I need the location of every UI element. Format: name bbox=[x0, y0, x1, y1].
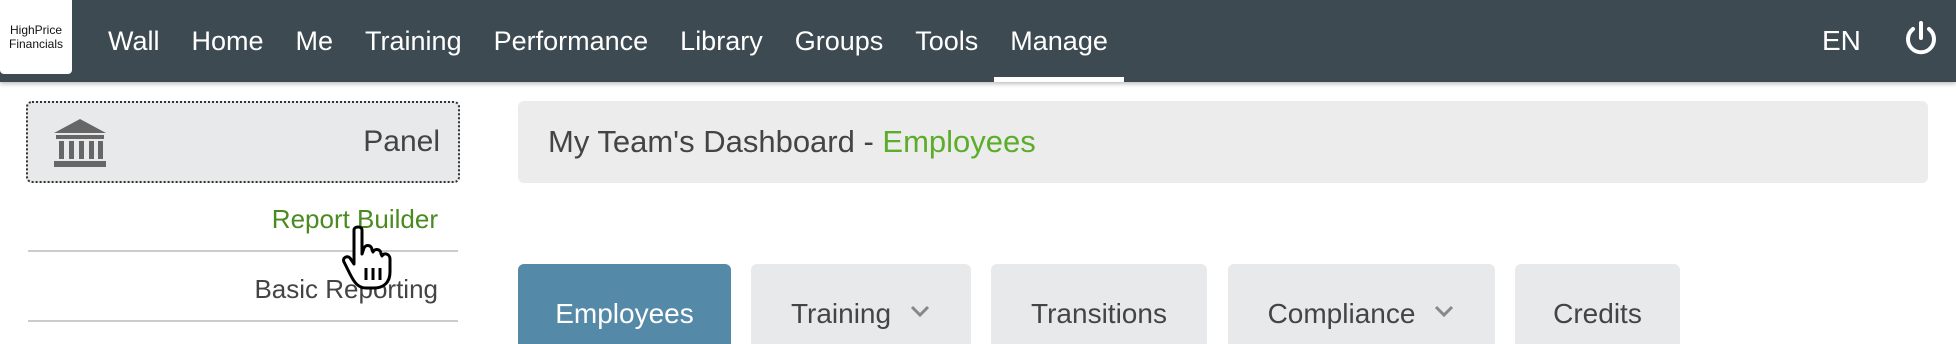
company-logo[interactable]: HighPrice Financials bbox=[0, 0, 72, 74]
tab-training[interactable]: Training bbox=[751, 264, 971, 344]
language-selector[interactable]: EN bbox=[1822, 0, 1861, 82]
nav-item-wall[interactable]: Wall bbox=[92, 0, 176, 82]
page-title-accent: Employees bbox=[882, 124, 1036, 159]
logo-line-2: Financials bbox=[8, 37, 64, 51]
chevron-down-icon bbox=[1435, 305, 1454, 318]
tab-employees[interactable]: Employees bbox=[518, 264, 731, 344]
nav-item-training[interactable]: Training bbox=[349, 0, 478, 82]
nav-item-tools[interactable]: Tools bbox=[899, 0, 994, 82]
page-title: My Team's Dashboard - Employees bbox=[548, 101, 1036, 183]
tab-label: Transitions bbox=[1031, 298, 1167, 329]
nav-item-library[interactable]: Library bbox=[664, 0, 779, 82]
tab-credits[interactable]: Credits bbox=[1515, 264, 1680, 344]
nav-item-groups[interactable]: Groups bbox=[779, 0, 900, 82]
top-navigation-bar: HighPrice Financials Wall Home Me Traini… bbox=[0, 0, 1956, 82]
tab-label: Training bbox=[790, 298, 892, 329]
dashboard-header: My Team's Dashboard - Employees bbox=[518, 101, 1928, 183]
nav-item-home[interactable]: Home bbox=[176, 0, 280, 82]
page-title-text: My Team's Dashboard - bbox=[548, 124, 883, 159]
bank-icon bbox=[54, 119, 106, 167]
nav-item-manage[interactable]: Manage bbox=[994, 0, 1124, 82]
nav-item-performance[interactable]: Performance bbox=[478, 0, 665, 82]
sidebar-divider bbox=[28, 250, 458, 252]
logo-line-1: HighPrice bbox=[9, 23, 63, 37]
power-icon[interactable] bbox=[1902, 20, 1940, 58]
main-nav: Wall Home Me Training Performance Librar… bbox=[92, 0, 1124, 82]
tab-label: Employees bbox=[555, 298, 694, 329]
panel-label: Panel bbox=[363, 125, 440, 158]
nav-item-me[interactable]: Me bbox=[280, 0, 350, 82]
sidebar-link-report-builder[interactable]: Report Builder bbox=[28, 204, 458, 235]
chevron-down-icon bbox=[911, 305, 930, 318]
tab-label: Compliance bbox=[1267, 298, 1416, 329]
tab-label: Credits bbox=[1553, 298, 1642, 329]
tab-compliance[interactable]: Compliance bbox=[1228, 264, 1495, 344]
sidebar-divider bbox=[28, 320, 458, 322]
panel-button[interactable]: Panel bbox=[26, 101, 460, 183]
tab-transitions[interactable]: Transitions bbox=[991, 264, 1207, 344]
sidebar-link-basic-reporting[interactable]: Basic Reporting bbox=[28, 274, 458, 305]
